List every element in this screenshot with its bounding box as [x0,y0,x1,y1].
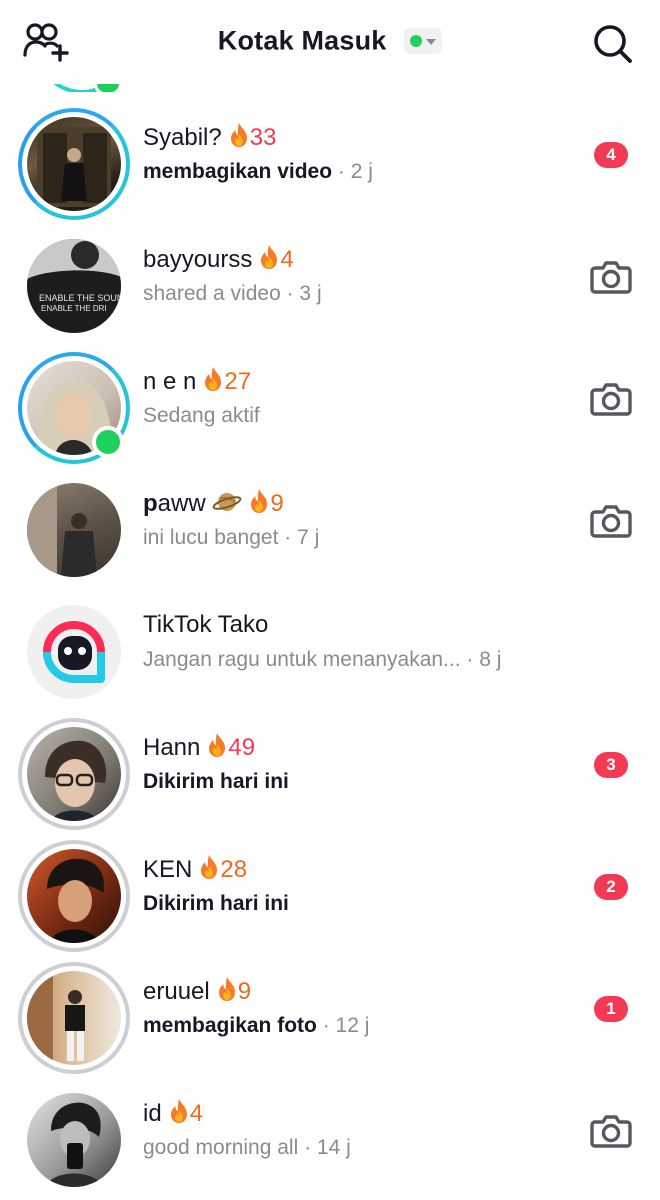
chat-time: · 12 j [322,1014,370,1037]
chat-preview: Dikirim hari ini [143,892,289,915]
streak-badge: 4 [258,244,294,275]
fire-icon [248,488,270,514]
chat-name-line: eruuel 9 [143,976,251,1007]
chat-name-line: paww 9 [143,488,284,519]
avatar[interactable] [18,108,130,220]
streak-badge: 33 [228,122,276,153]
inbox-title-area: Kotak Masuk [0,24,660,56]
chat-name: Syabil? [143,124,222,151]
chat-time: · 2 j [337,160,373,183]
chat-name-line: TikTok Tako [143,610,268,640]
streak-badge: 9 [216,976,251,1007]
chat-name: KEN [143,856,193,883]
chat-preview: membagikan video · 2 j [143,160,373,183]
chat-name: n e n [143,368,197,395]
streak-badge: 4 [168,1098,203,1129]
fire-icon [198,854,220,880]
ringed-planet-emoji [212,493,242,511]
chat-row-syabil[interactable]: Syabil? 33 membagikan video · 2 j 4 [0,100,660,222]
avatar[interactable] [18,1084,130,1196]
online-status-dot [410,34,423,47]
chat-name: bayyourss [143,246,253,273]
avatar[interactable] [18,352,130,464]
search-icon[interactable] [590,22,636,66]
chat-preview: ini lucu banget · 7 j [143,526,320,549]
chat-name: eruuel [143,978,210,1005]
unread-badge: 1 [594,996,628,1022]
avatar[interactable] [18,718,130,830]
chat-preview: Dikirim hari ini [143,770,289,793]
chat-name: TikTok Tako [143,611,269,638]
chat-time: · 3 j [286,282,322,305]
avatar[interactable] [18,840,130,952]
fire-icon [206,732,228,758]
fire-icon [228,122,250,148]
chat-name-line: id 4 [143,1098,203,1129]
page-title: Kotak Masuk [217,25,387,56]
chat-row-bayyourss[interactable]: ENABLE THE SOUND ENABLE THE DRI bayyours… [0,222,660,344]
fire-icon [258,244,280,270]
chat-row-eruuel[interactable]: eruuel 9 membagikan foto · 12 j 1 [0,954,660,1076]
status-toggle[interactable] [404,27,443,54]
chat-name: Hann [143,734,201,761]
chat-preview: shared a video · 3 j [143,282,322,305]
chat-time: · 14 j [304,1136,351,1159]
inbox-header: Kotak Masuk [0,0,660,84]
avatar[interactable] [18,596,130,708]
chat-name-line: KEN 28 [143,854,247,885]
fire-icon [202,366,224,392]
svg-text:ENABLE THE DRI: ENABLE THE DRI [41,304,107,313]
online-status-dot [92,426,124,458]
chat-time: · 7 j [284,526,320,549]
avatar[interactable] [18,474,130,586]
chat-time: · 8 j [466,648,502,671]
chat-row-nen[interactable]: n e n 27 Sedang aktif [0,344,660,466]
streak-badge: 49 [206,732,255,763]
svg-text:ENABLE THE SOUND: ENABLE THE SOUND [39,293,121,303]
chat-row-ken[interactable]: KEN 28 Dikirim hari ini 2 [0,832,660,954]
chat-row-id[interactable]: id 4 good morning all · 14 j [0,1076,660,1198]
camera-icon[interactable] [590,502,632,538]
fire-icon [168,1098,190,1124]
streak-badge: 9 [248,488,284,519]
avatar[interactable]: ENABLE THE SOUND ENABLE THE DRI [18,230,130,342]
tako-logo [43,621,105,683]
chat-name-line: Hann 49 [143,732,255,763]
avatar[interactable] [18,962,130,1074]
unread-badge: 4 [594,142,628,168]
streak-badge: 28 [198,854,247,885]
camera-icon[interactable] [590,1112,632,1148]
unread-badge: 3 [594,752,628,778]
chat-preview: membagikan foto · 12 j [143,1014,370,1037]
chat-row-paww[interactable]: paww 9 ini lucu banget · 7 j [0,466,660,588]
camera-icon[interactable] [590,258,632,294]
unread-badge: 2 [594,874,628,900]
chat-name-line: bayyourss 4 [143,244,294,275]
chat-row-hann[interactable]: Hann 49 Dikirim hari ini 3 [0,710,660,832]
chat-row-tiktok-tako[interactable]: TikTok Tako Jangan ragu untuk menanyakan… [0,588,660,710]
chat-preview: good morning all · 14 j [143,1136,351,1159]
chat-name-initial: p [143,490,158,517]
chat-name-line: n e n 27 [143,366,251,397]
chat-preview: Jangan ragu untuk menanyakan... · 8 j [143,648,502,671]
chat-preview: Sedang aktif [143,404,260,427]
chat-name-line: Syabil? 33 [143,122,276,153]
streak-badge: 27 [202,366,251,397]
camera-icon[interactable] [590,380,632,416]
fire-icon [216,976,238,1002]
chat-name: aww [157,490,206,517]
chevron-down-icon [426,38,437,45]
chat-name: id [143,1100,162,1127]
